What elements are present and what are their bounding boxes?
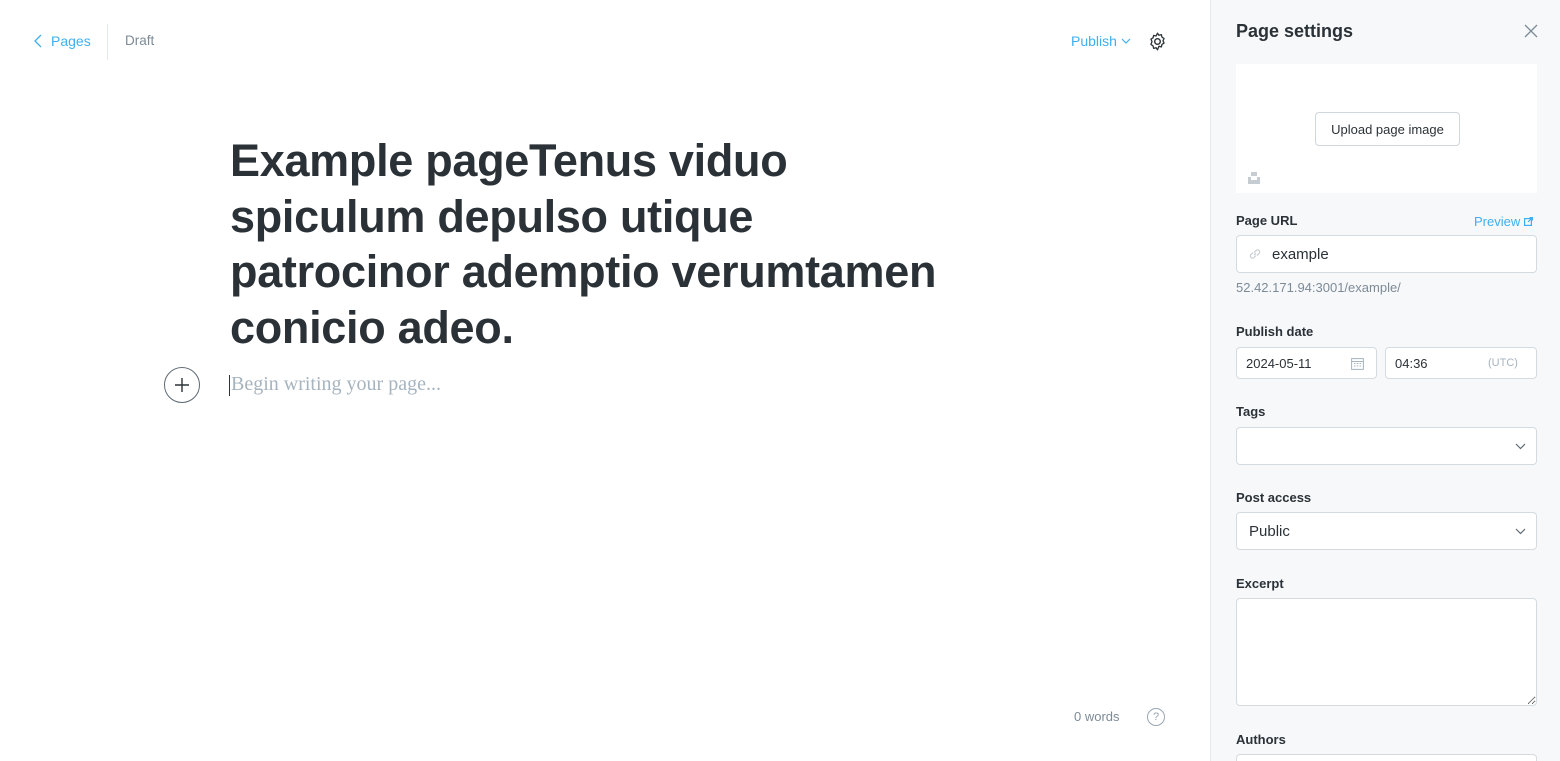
gear-icon[interactable] <box>1147 31 1168 52</box>
authors-label: Authors <box>1236 732 1286 747</box>
publish-label: Publish <box>1071 33 1117 49</box>
back-link-label: Pages <box>51 33 91 49</box>
publish-date-label: Publish date <box>1236 324 1314 339</box>
publish-menu-button[interactable]: Publish <box>1071 33 1131 49</box>
publish-date-field <box>1236 347 1377 379</box>
excerpt-textarea[interactable] <box>1236 598 1537 706</box>
chevron-down-icon <box>1515 528 1526 535</box>
back-to-pages-link[interactable]: Pages <box>33 33 91 49</box>
tags-label: Tags <box>1236 404 1266 419</box>
time-input[interactable] <box>1395 355 1485 371</box>
chevron-left-icon <box>34 34 42 48</box>
text-caret <box>229 375 230 396</box>
publish-time-field: (UTC) <box>1385 347 1537 379</box>
upload-image-button[interactable]: Upload page image <box>1315 112 1460 146</box>
close-icon[interactable] <box>1523 23 1539 39</box>
question-icon[interactable]: ? <box>1147 708 1165 726</box>
authors-input[interactable] <box>1236 754 1537 761</box>
topbar-divider <box>107 24 108 60</box>
preview-link[interactable]: Preview <box>1474 214 1534 229</box>
external-link-icon <box>1524 217 1534 226</box>
post-status: Draft <box>125 33 155 48</box>
calendar-icon[interactable] <box>1351 357 1364 370</box>
add-card-button[interactable] <box>164 367 200 403</box>
page-title[interactable]: Example pageTenus viduo spiculum depulso… <box>230 133 970 355</box>
excerpt-label: Excerpt <box>1236 576 1284 591</box>
post-access-select[interactable]: Public <box>1236 512 1537 550</box>
date-input[interactable] <box>1246 355 1346 371</box>
post-access-value: Public <box>1249 522 1290 540</box>
preview-label: Preview <box>1474 214 1521 229</box>
plus-icon <box>175 378 189 392</box>
word-count: 0 words <box>1074 709 1120 724</box>
panel-title: Page settings <box>1236 21 1354 41</box>
post-access-label: Post access <box>1236 490 1312 505</box>
chevron-down-icon <box>1121 38 1131 44</box>
unsplash-icon[interactable] <box>1247 171 1261 185</box>
page-url-label: Page URL <box>1236 213 1298 228</box>
link-icon <box>1249 249 1261 259</box>
settings-panel: Page settings Upload page image Page URL… <box>1210 0 1560 761</box>
page-url-input[interactable] <box>1272 245 1522 263</box>
page-url-hint: 52.42.171.94:3001/example/ <box>1236 280 1401 295</box>
editor-topbar: Pages Draft Publish <box>0 0 1210 84</box>
editor-area: Pages Draft Publish Example pageTenus vi… <box>0 0 1210 761</box>
tags-select[interactable] <box>1236 427 1537 465</box>
body-editor[interactable]: Begin writing your page... <box>231 373 441 396</box>
page-url-field <box>1236 235 1537 273</box>
timezone-label: (UTC) <box>1488 357 1518 369</box>
page-image-uploader: Upload page image <box>1236 64 1537 193</box>
chevron-down-icon <box>1515 443 1526 450</box>
